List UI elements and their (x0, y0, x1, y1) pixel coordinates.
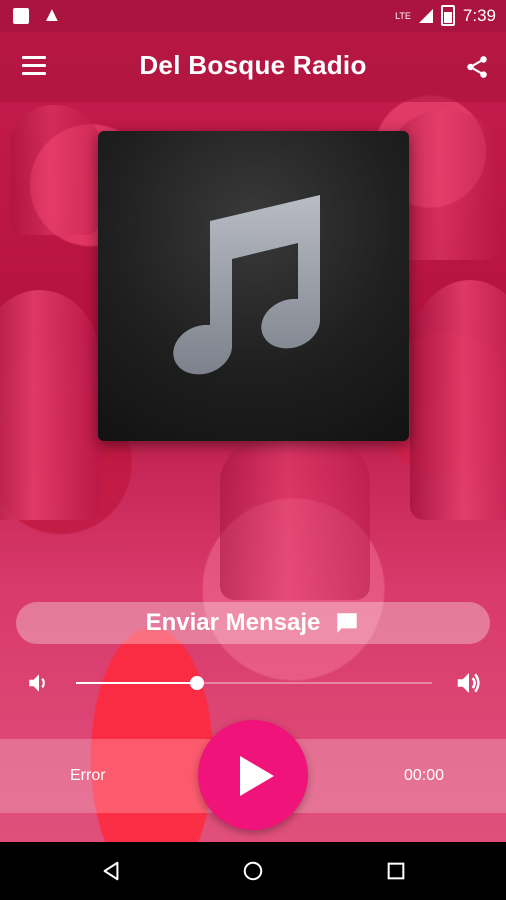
notification-icon (13, 8, 29, 24)
album-artwork (98, 131, 409, 441)
elapsed-time: 00:00 (403, 767, 444, 784)
play-button[interactable] (198, 720, 308, 830)
back-icon[interactable] (100, 860, 122, 882)
page-title: Del Bosque Radio (139, 50, 367, 80)
status-bar: ▲ LTE 7:39 (0, 0, 506, 32)
app-bar: Del Bosque Radio (0, 32, 506, 102)
send-message-button[interactable]: Enviar Mensaje (16, 602, 490, 644)
battery-icon (440, 5, 455, 26)
home-icon[interactable] (242, 860, 264, 882)
clock: 7:39 (462, 5, 496, 25)
music-note-icon (173, 195, 320, 375)
volume-high-icon[interactable] (454, 668, 484, 698)
recents-icon[interactable] (385, 860, 407, 882)
player-status: Error (70, 767, 106, 784)
share-icon[interactable] (464, 54, 490, 80)
network-type: LTE (395, 10, 411, 21)
send-message-label: Enviar Mensaje (145, 609, 321, 636)
navigation-bar (0, 842, 506, 900)
volume-fill (76, 682, 198, 684)
chat-bubble-icon (337, 613, 358, 633)
warning-icon: ▲ (42, 4, 62, 26)
volume-slider-thumb[interactable] (190, 676, 205, 690)
volume-low-icon[interactable] (26, 670, 52, 696)
signal-icon (418, 8, 433, 23)
